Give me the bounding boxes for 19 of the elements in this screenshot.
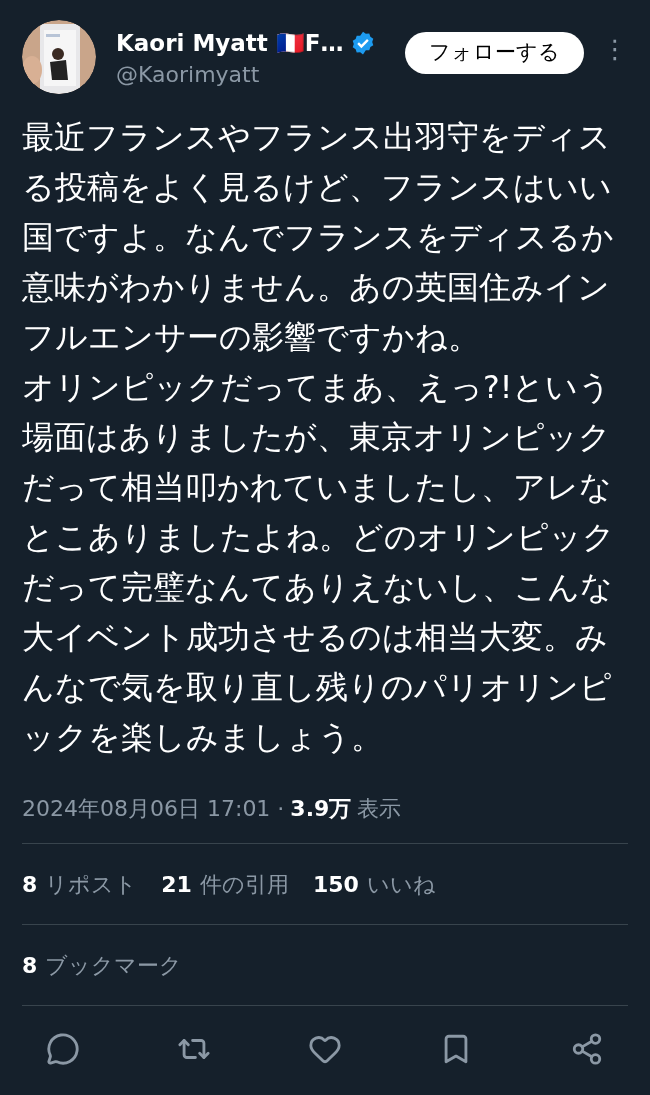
view-label: 表示 — [357, 795, 402, 823]
stat-label[interactable]: 件の引用 — [199, 867, 289, 901]
stat-label[interactable]: いいね — [366, 867, 436, 901]
post-timestamp[interactable]: 2024年08月06日 17:01 · — [22, 792, 285, 825]
more-button[interactable]: ⋮ — [602, 36, 628, 62]
stat-count[interactable]: 8 — [22, 867, 38, 901]
stat-count[interactable]: 21 — [161, 867, 192, 901]
reply-icon[interactable] — [46, 1032, 80, 1066]
bookmark-label[interactable]: ブックマーク — [45, 948, 183, 982]
post-text: 最近フランスやフランス出羽守をディスる投稿をよく見るけど、フランスはいい国ですよ。なんでフランスをディスるか意味がわかりません。あの英国住みインフルエンサーの影響ですかね。 — [22, 118, 615, 357]
stat-count[interactable]: 150 — [312, 867, 359, 901]
author-name[interactable]: Kaori Myatt 🇫🇷F… — [116, 26, 344, 61]
stat-label[interactable]: リポスト — [45, 867, 138, 901]
author-handle[interactable]: @Kaorimyatt — [116, 60, 376, 88]
view-count: 3.9万 — [290, 795, 352, 823]
post-text: オリンピックだってまあ、えっ?!という場面はありましたが、東京オリンピックだって相当叩かれていましたし、アレなとこありましたよね。どのオリンピックだって完璧なんてありえないし、こんな大イベント成功させるのは相当大変。みんなで気を取り直し残りのパリオリンピックを楽しみましょう。 — [22, 368, 616, 757]
follow-button[interactable]: フォローする — [405, 32, 584, 74]
share-icon[interactable] — [570, 1032, 604, 1066]
bookmark-count[interactable]: 8 — [22, 948, 38, 982]
